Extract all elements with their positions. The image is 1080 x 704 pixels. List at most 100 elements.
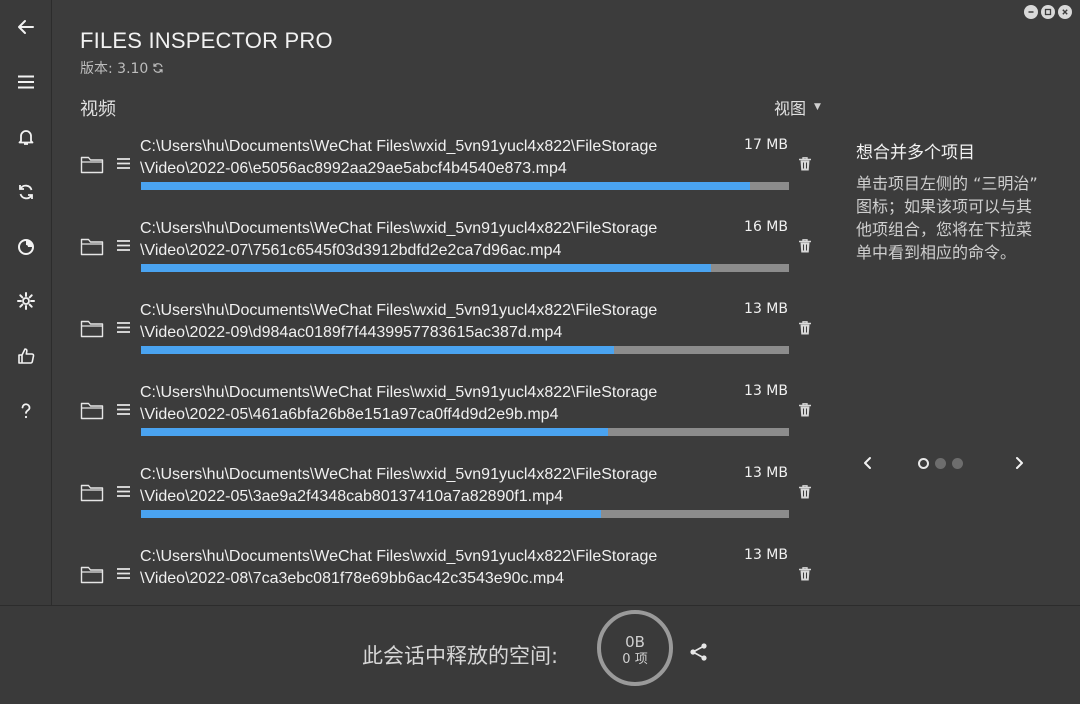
gear-icon <box>17 292 35 310</box>
close-icon <box>1062 9 1068 15</box>
file-row[interactable]: C:\Users\hu\Documents\WeChat Files\wxid_… <box>60 210 830 292</box>
minimize-icon <box>1028 11 1034 13</box>
folder-icon[interactable] <box>80 318 104 338</box>
like-button[interactable] <box>0 336 52 376</box>
tip-next-button[interactable] <box>1008 452 1030 474</box>
freed-count: 0 项 <box>622 652 648 667</box>
thumbs-up-icon <box>18 348 35 364</box>
maximize-icon <box>1044 8 1052 16</box>
file-path-line2: \Video\2022-09\d984ac0189f7f443995778361… <box>140 324 563 341</box>
disk-button[interactable] <box>0 227 52 267</box>
maximize-button[interactable] <box>1041 5 1055 19</box>
file-path-line1: C:\Users\hu\Documents\WeChat Files\wxid_… <box>140 138 658 155</box>
file-path: C:\Users\hu\Documents\WeChat Files\wxid_… <box>140 300 720 344</box>
file-size: 13 MB <box>744 547 788 563</box>
disk-icon <box>18 239 34 255</box>
file-path-line1: C:\Users\hu\Documents\WeChat Files\wxid_… <box>140 548 658 565</box>
file-row[interactable]: C:\Users\hu\Documents\WeChat Files\wxid_… <box>60 538 830 584</box>
chevron-left-icon <box>864 457 871 469</box>
help-button[interactable] <box>0 391 52 431</box>
file-path-line2: \Video\2022-05\461a6bfa26b8e151a97ca0ff4… <box>140 406 559 423</box>
notifications-button[interactable] <box>0 117 52 157</box>
sidebar <box>0 0 52 605</box>
file-path-line2: \Video\2022-07\7561c6545f03d3912bdfd2e2c… <box>140 242 562 259</box>
folder-icon[interactable] <box>80 482 104 502</box>
question-icon <box>21 403 31 419</box>
trash-icon[interactable] <box>798 320 812 336</box>
footer: 此会话中释放的空间: 0B 0 项 <box>0 605 1080 704</box>
minimize-button[interactable] <box>1024 5 1038 19</box>
trash-icon[interactable] <box>798 484 812 500</box>
back-button[interactable] <box>0 7 52 47</box>
file-path: C:\Users\hu\Documents\WeChat Files\wxid_… <box>140 382 720 426</box>
hamburger-icon[interactable] <box>116 484 131 499</box>
refresh-icon <box>19 184 33 200</box>
file-size: 13 MB <box>744 301 788 317</box>
hamburger-icon[interactable] <box>116 320 131 335</box>
file-path-line1: C:\Users\hu\Documents\WeChat Files\wxid_… <box>140 466 658 483</box>
hamburger-icon[interactable] <box>116 402 131 417</box>
file-path-line1: C:\Users\hu\Documents\WeChat Files\wxid_… <box>140 220 658 237</box>
file-path-line1: C:\Users\hu\Documents\WeChat Files\wxid_… <box>140 384 658 401</box>
hamburger-icon[interactable] <box>116 156 131 171</box>
trash-icon[interactable] <box>798 402 812 418</box>
file-path-line2: \Video\2022-05\3ae9a2f4348cab80137410a7a… <box>140 488 564 505</box>
close-button[interactable] <box>1058 5 1072 19</box>
file-path: C:\Users\hu\Documents\WeChat Files\wxid_… <box>140 464 720 508</box>
file-row[interactable]: C:\Users\hu\Documents\WeChat Files\wxid_… <box>60 128 830 210</box>
freed-space-label: 此会话中释放的空间: <box>362 644 559 668</box>
file-size: 17 MB <box>744 137 788 153</box>
size-bar-track <box>141 346 789 354</box>
size-bar-track <box>141 182 789 190</box>
file-row[interactable]: C:\Users\hu\Documents\WeChat Files\wxid_… <box>60 292 830 374</box>
size-bar-fill <box>141 346 614 354</box>
file-path: C:\Users\hu\Documents\WeChat Files\wxid_… <box>140 136 720 180</box>
tip-page-dot[interactable] <box>935 458 946 469</box>
hamburger-icon[interactable] <box>116 238 131 253</box>
file-row[interactable]: C:\Users\hu\Documents\WeChat Files\wxid_… <box>60 374 830 456</box>
size-bar-fill <box>141 264 711 272</box>
view-dropdown[interactable]: 视图 ▼ <box>774 95 821 119</box>
size-bar-fill <box>141 510 601 518</box>
section-title: 视频 <box>80 99 116 120</box>
version-label: 版本: 3.10 <box>80 61 149 77</box>
settings-button[interactable] <box>0 281 52 321</box>
trash-icon[interactable] <box>798 238 812 254</box>
folder-icon[interactable] <box>80 154 104 174</box>
tip-page-dot[interactable] <box>918 458 929 469</box>
size-bar-fill <box>141 428 608 436</box>
tip-page-dot[interactable] <box>952 458 963 469</box>
file-row[interactable]: C:\Users\hu\Documents\WeChat Files\wxid_… <box>60 456 830 538</box>
file-path: C:\Users\hu\Documents\WeChat Files\wxid_… <box>140 218 720 262</box>
folder-icon[interactable] <box>80 400 104 420</box>
tip-title: 想合并多个项目 <box>856 143 975 163</box>
version-info: 版本: 3.10 <box>80 58 164 78</box>
trash-icon[interactable] <box>798 566 812 582</box>
tip-prev-button[interactable] <box>857 452 879 474</box>
caret-down-icon: ▼ <box>814 102 821 112</box>
hamburger-icon <box>18 75 34 89</box>
freed-space-gauge: 0B 0 项 <box>597 610 673 686</box>
trash-icon[interactable] <box>798 156 812 172</box>
size-bar-track <box>141 264 789 272</box>
arrow-left-icon <box>18 20 34 34</box>
size-bar-track <box>141 510 789 518</box>
file-list[interactable]: C:\Users\hu\Documents\WeChat Files\wxid_… <box>60 128 830 584</box>
app-title: FILES INSPECTOR PRO <box>80 28 333 53</box>
tip-body: 单击项目左侧的 “三明治” 图标；如果该项可以与其他项组合，您将在下拉菜单中看到… <box>856 174 1038 262</box>
file-path-line2: \Video\2022-06\e5056ac8992aa29ae5abcf4b4… <box>140 160 567 177</box>
tip-pager-dots <box>918 458 963 469</box>
refresh-button[interactable] <box>0 172 52 212</box>
file-path-line2: \Video\2022-08\7ca3ebc081f78e69bb6ac42c3… <box>140 570 565 584</box>
bell-icon <box>18 130 34 145</box>
menu-button[interactable] <box>0 62 52 102</box>
view-dropdown-label: 视图 <box>774 99 807 118</box>
folder-icon[interactable] <box>80 236 104 256</box>
update-check-icon[interactable] <box>152 62 164 74</box>
share-icon[interactable] <box>688 641 710 663</box>
freed-size: 0B <box>625 633 645 651</box>
file-path-line1: C:\Users\hu\Documents\WeChat Files\wxid_… <box>140 302 658 319</box>
folder-icon[interactable] <box>80 564 104 584</box>
window-controls <box>1024 5 1072 19</box>
hamburger-icon[interactable] <box>116 566 131 581</box>
